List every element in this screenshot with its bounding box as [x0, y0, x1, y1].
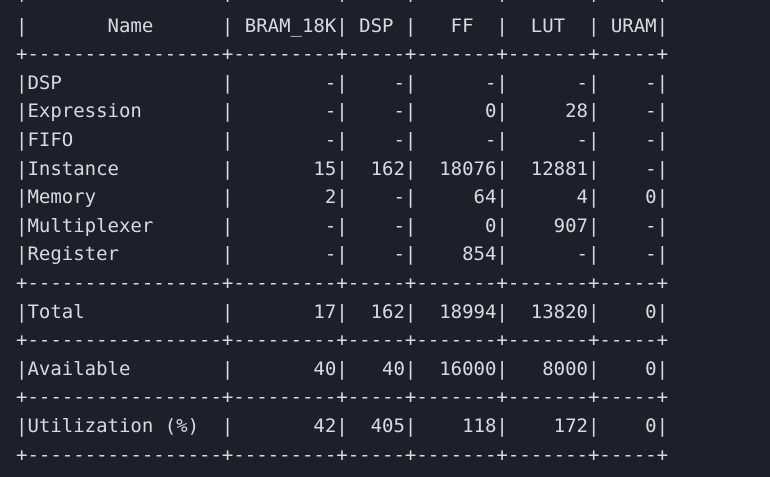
- table-row-register: |Register | -| -| 854| -| -|: [16, 243, 669, 266]
- table-row-expression: |Expression | -| -| 0| 28| -|: [16, 100, 669, 123]
- table-row-fifo: |FIFO | -| -| -| -| -|: [16, 128, 669, 151]
- border-line-utilization: +-----------------+---------+-----+-----…: [16, 386, 669, 409]
- table-row-total: |Total | 17| 162| 18994| 13820| 0|: [16, 300, 669, 323]
- border-line-total: +-----------------+---------+-----+-----…: [16, 271, 669, 294]
- header-row: | Name | BRAM_18K| DSP | FF | LUT | URAM…: [16, 14, 669, 37]
- utilization-report-table: +-----------------+---------+-----+-----…: [16, 0, 668, 469]
- border-line-top: +-----------------+---------+-----+-----…: [16, 0, 668, 12]
- border-line-bottom: +-----------------+---------+-----+-----…: [16, 443, 669, 466]
- table-row-memory: |Memory | 2| -| 64| 4| 0|: [16, 186, 669, 209]
- border-line-header: +-----------------+---------+-----+-----…: [16, 43, 669, 66]
- table-row-multiplexer: |Multiplexer | -| -| 0| 907| -|: [16, 214, 669, 237]
- table-row-dsp: |DSP | -| -| -| -| -|: [16, 71, 669, 94]
- table-row-instance: |Instance | 15| 162| 18076| 12881| -|: [16, 157, 669, 180]
- border-line-available: +-----------------+---------+-----+-----…: [16, 329, 669, 352]
- table-row-utilization: |Utilization (%) | 42| 405| 118| 172| 0|: [16, 414, 669, 437]
- table-row-available: |Available | 40| 40| 16000| 8000| 0|: [16, 357, 669, 380]
